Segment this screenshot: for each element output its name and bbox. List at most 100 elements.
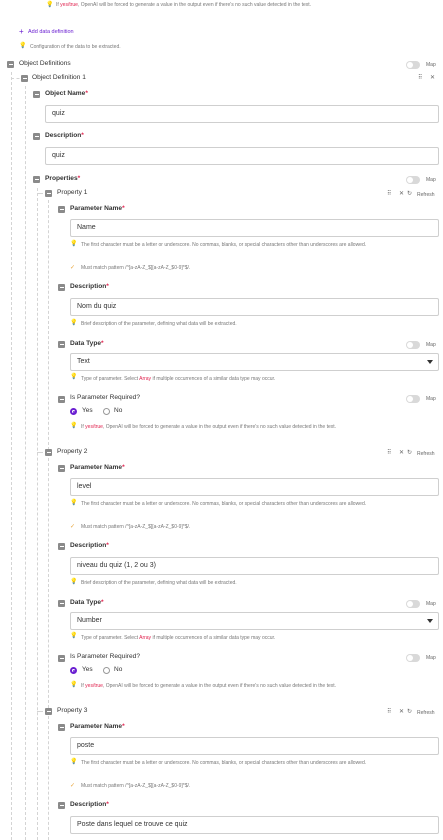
collapse-toggle-icon[interactable] (58, 802, 65, 809)
tree-guide (48, 200, 49, 450)
refresh-button[interactable]: Refresh (417, 709, 435, 717)
refresh-button[interactable]: Refresh (417, 450, 435, 458)
collapse-toggle-icon[interactable] (45, 190, 52, 197)
map-toggle[interactable] (406, 395, 420, 403)
object-name-input[interactable]: quiz (45, 105, 439, 123)
map-label: Map (426, 62, 436, 68)
collapse-toggle-icon[interactable] (58, 284, 65, 291)
close-icon[interactable]: ✕ (399, 708, 404, 716)
pattern-hint: Must match pattern /^[a-zA-Z_$][a-zA-Z_$… (81, 265, 191, 271)
collapse-toggle-icon[interactable] (58, 724, 65, 731)
map-toggle[interactable] (406, 341, 420, 349)
lightbulb-icon: 💡 (70, 423, 78, 429)
tree-guide (37, 711, 43, 712)
required-hint: If yes/true, OpenAI will be forced to ge… (81, 683, 337, 689)
map-toggle[interactable] (406, 176, 420, 184)
description-label: Description* (45, 132, 84, 139)
map-label: Map (426, 177, 436, 183)
description-input[interactable]: Poste dans lequel ce trouve ce quiz (70, 816, 439, 834)
data-type-label: Data Type* (70, 599, 104, 606)
data-type-select[interactable]: Number (70, 612, 439, 630)
drag-handle-icon[interactable]: ⠿ (387, 449, 391, 457)
description-hint: Brief description of the parameter, defi… (81, 580, 237, 586)
collapse-toggle-icon[interactable] (58, 543, 65, 550)
tree-guide (25, 86, 26, 840)
is-required-label: Is Parameter Required? (70, 394, 141, 401)
description-label: Description* (70, 542, 109, 549)
map-toggle[interactable] (406, 654, 420, 662)
pattern-hint: Must match pattern /^[a-zA-Z_$][a-zA-Z_$… (81, 783, 191, 789)
property-title: Property 1 (57, 189, 88, 196)
parameter-name-input[interactable]: poste (70, 737, 439, 755)
lightbulb-icon: 💡 (70, 759, 78, 765)
drag-handle-icon[interactable]: ⠿ (387, 190, 391, 198)
chevron-down-icon (427, 360, 433, 364)
description-hint: Brief description of the parameter, defi… (81, 321, 237, 327)
lightbulb-icon: 💡 (19, 43, 27, 49)
property-title: Property 3 (57, 707, 88, 714)
close-icon[interactable]: ✕ (430, 74, 435, 82)
collapse-toggle-icon[interactable] (58, 600, 65, 607)
add-data-definition-link[interactable]: Add data definition (28, 29, 74, 36)
data-type-select[interactable]: Text (70, 353, 439, 371)
pattern-hint: Must match pattern /^[a-zA-Z_$][a-zA-Z_$… (81, 524, 191, 530)
lightbulb-icon: 💡 (46, 2, 54, 8)
description-input[interactable]: quiz (45, 147, 439, 165)
refresh-icon[interactable]: ↻ (407, 190, 412, 198)
refresh-icon[interactable]: ↻ (407, 449, 412, 457)
no-radio[interactable] (103, 408, 110, 415)
collapse-toggle-icon[interactable] (58, 396, 65, 403)
plus-icon: + (19, 27, 24, 36)
no-label: No (114, 407, 123, 414)
check-icon: ✓ (70, 524, 76, 530)
refresh-icon[interactable]: ↻ (407, 708, 412, 716)
map-toggle[interactable] (406, 600, 420, 608)
check-icon: ✓ (70, 783, 76, 789)
collapse-toggle-icon[interactable] (58, 655, 65, 662)
collapse-toggle-icon[interactable] (7, 61, 14, 68)
map-toggle[interactable] (406, 61, 420, 69)
collapse-toggle-icon[interactable] (58, 341, 65, 348)
no-label: No (114, 666, 123, 673)
lightbulb-icon: 💡 (70, 241, 78, 247)
collapse-toggle-icon[interactable] (33, 133, 40, 140)
drag-handle-icon[interactable]: ⠿ (387, 708, 391, 716)
no-radio[interactable] (103, 667, 110, 674)
parameter-name-input[interactable]: level (70, 478, 439, 496)
collapse-toggle-icon[interactable] (58, 465, 65, 472)
description-label: Description* (70, 801, 109, 808)
required-hint: If yes/true, OpenAI will be forced to ge… (81, 424, 337, 430)
collapse-toggle-icon[interactable] (33, 91, 40, 98)
property-title: Property 2 (57, 448, 88, 455)
description-input[interactable]: Nom du quiz (70, 298, 439, 316)
yes-label: Yes (82, 666, 93, 673)
refresh-button[interactable]: Refresh (417, 191, 435, 199)
map-label: Map (426, 655, 436, 661)
close-icon[interactable]: ✕ (399, 449, 404, 457)
data-type-label: Data Type* (70, 340, 104, 347)
required-hint: If yes/true, OpenAI will be forced to ge… (56, 2, 312, 8)
tree-guide (37, 452, 43, 453)
close-icon[interactable]: ✕ (399, 190, 404, 198)
yes-radio[interactable] (70, 408, 77, 415)
parameter-name-label: Parameter Name* (70, 464, 125, 471)
tree-guide (11, 72, 12, 840)
description-input[interactable]: niveau du quiz (1, 2 ou 3) (70, 557, 439, 575)
collapse-toggle-icon[interactable] (45, 708, 52, 715)
tree-guide (37, 193, 43, 194)
parameter-name-input[interactable]: Name (70, 219, 439, 237)
yes-radio[interactable] (70, 667, 77, 674)
collapse-toggle-icon[interactable] (58, 206, 65, 213)
collapse-toggle-icon[interactable] (21, 75, 28, 82)
collapse-toggle-icon[interactable] (45, 449, 52, 456)
lightbulb-icon: 💡 (70, 682, 78, 688)
object-definition-title: Object Definition 1 (32, 74, 86, 81)
collapse-toggle-icon[interactable] (33, 176, 40, 183)
type-hint: Type of parameter. Select Array if multi… (81, 635, 276, 641)
lightbulb-icon: 💡 (70, 500, 78, 506)
drag-handle-icon[interactable]: ⠿ (418, 74, 422, 82)
type-hint: Type of parameter. Select Array if multi… (81, 376, 276, 382)
description-label: Description* (70, 283, 109, 290)
lightbulb-icon: 💡 (70, 320, 78, 326)
object-definitions-label: Object Definitions (19, 60, 71, 67)
